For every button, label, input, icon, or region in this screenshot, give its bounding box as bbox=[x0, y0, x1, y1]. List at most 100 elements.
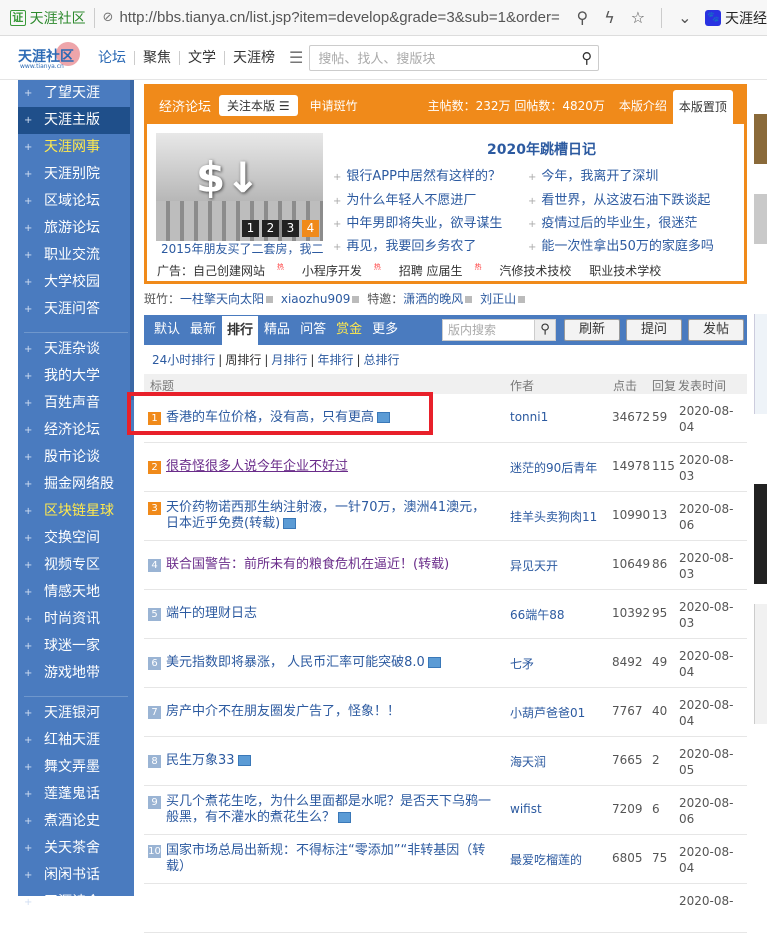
expand-plus-icon[interactable]: + bbox=[24, 754, 32, 781]
expand-plus-icon[interactable]: + bbox=[24, 889, 32, 916]
sidebar-item[interactable]: + 莲蓬鬼话 bbox=[18, 781, 134, 808]
sidebar-item[interactable]: + 经济论坛 bbox=[18, 417, 134, 444]
sidebar-item[interactable]: + 天涯问答 bbox=[18, 296, 134, 323]
sidebar-item[interactable]: + 我的大学 bbox=[18, 363, 134, 390]
banner-link[interactable]: 能一次性拿出50万的家庭多吗 bbox=[528, 235, 714, 254]
ad-link[interactable]: 小程序开发 bbox=[302, 264, 362, 278]
carousel-page-2[interactable]: 2 bbox=[262, 220, 279, 237]
sidebar-item[interactable]: + 区域论坛 bbox=[18, 188, 134, 215]
post-title-link[interactable]: 国家市场总局出新规：不得标注“零添加”“非转基因（转载） bbox=[166, 843, 496, 875]
expand-plus-icon[interactable]: + bbox=[24, 862, 32, 889]
carousel-page-3[interactable]: 3 bbox=[282, 220, 299, 237]
expand-plus-icon[interactable]: + bbox=[24, 633, 32, 660]
tab-more[interactable]: 更多 bbox=[367, 315, 403, 345]
sidebar-scrollbar[interactable] bbox=[130, 80, 134, 400]
address-bar[interactable]: http://bbs.tianya.cn/list.jsp?item=devel… bbox=[119, 9, 568, 26]
featured-title[interactable]: 2020年跳槽日记 bbox=[487, 139, 596, 159]
sidebar-item[interactable]: + 红袖天涯 bbox=[18, 727, 134, 754]
sidebar-item[interactable]: + 股市论谈 bbox=[18, 444, 134, 471]
sidebar-item[interactable]: + 区块链星球 bbox=[18, 498, 134, 525]
sidebar-item[interactable]: + 天涯银河 bbox=[18, 700, 134, 727]
sidebar-item[interactable]: + 大学校园 bbox=[18, 269, 134, 296]
author-link[interactable]: 小葫芦爸爸01 bbox=[510, 704, 585, 721]
banner-link[interactable]: 今年，我离开了深圳 bbox=[528, 165, 658, 184]
rank-week[interactable]: 周排行 bbox=[225, 353, 261, 367]
expand-plus-icon[interactable]: + bbox=[24, 525, 32, 552]
nav-focus[interactable]: 聚焦 bbox=[135, 50, 180, 65]
expand-plus-icon[interactable]: + bbox=[24, 161, 32, 188]
sidebar-item[interactable]: + 天涯网事 bbox=[18, 134, 134, 161]
sidebar-item[interactable]: + 天涯主版 bbox=[18, 107, 134, 134]
tab-default[interactable]: 默认 bbox=[149, 315, 185, 345]
expand-plus-icon[interactable]: + bbox=[24, 336, 32, 363]
invited-name[interactable]: 潇洒的晚风 bbox=[403, 292, 463, 306]
ask-button[interactable]: 提问 bbox=[626, 319, 682, 341]
expand-plus-icon[interactable]: + bbox=[24, 835, 32, 862]
author-link[interactable]: wifist bbox=[510, 802, 542, 816]
moderator-name[interactable]: xiaozhu909 bbox=[281, 292, 351, 306]
expand-plus-icon[interactable]: + bbox=[24, 80, 32, 107]
expand-plus-icon[interactable]: + bbox=[24, 727, 32, 754]
sidebar-item[interactable]: + 职业交流 bbox=[18, 242, 134, 269]
sidebar-item[interactable]: + 天涯别院 bbox=[18, 161, 134, 188]
expand-plus-icon[interactable]: + bbox=[24, 269, 32, 296]
author-link[interactable]: 迷茫的90后青年 bbox=[510, 459, 597, 476]
post-title-link[interactable]: 端午的理财日志 bbox=[166, 606, 496, 622]
sidebar-item[interactable]: + 天涯杂谈 bbox=[18, 336, 134, 363]
right-thumbnail[interactable] bbox=[754, 114, 767, 164]
forum-name[interactable]: 经济论坛 bbox=[159, 96, 211, 115]
banner-link[interactable]: 看世界，从这波石油下跌谈起 bbox=[528, 189, 710, 208]
refresh-button[interactable]: 刷新 bbox=[564, 319, 620, 341]
expand-plus-icon[interactable]: + bbox=[24, 552, 32, 579]
rank-all[interactable]: 总排行 bbox=[364, 353, 400, 367]
nav-forum[interactable]: 论坛 bbox=[90, 50, 135, 65]
sidebar-item[interactable]: + 天涯诗会 bbox=[18, 889, 134, 916]
nav-literature[interactable]: 文学 bbox=[180, 50, 225, 65]
sidebar-item[interactable]: + 百姓声音 bbox=[18, 390, 134, 417]
post-title-link[interactable]: 房产中介不在朋友圈发广告了，怪象！！ bbox=[166, 704, 496, 720]
invited-name[interactable]: 刘正山 bbox=[480, 292, 516, 306]
post-title-link[interactable]: 民生万象33 bbox=[166, 753, 496, 769]
post-title-link[interactable]: 天价药物诺西那生纳注射液，一针70万，澳洲41澳元，日本近乎免费(转载) bbox=[166, 500, 496, 532]
browser-tab-title[interactable]: 天涯社区 bbox=[30, 8, 86, 28]
expand-plus-icon[interactable]: + bbox=[24, 390, 32, 417]
rank-year[interactable]: 年排行 bbox=[317, 353, 353, 367]
author-link[interactable]: 挂羊头卖狗肉11 bbox=[510, 508, 597, 525]
expand-plus-icon[interactable]: + bbox=[24, 471, 32, 498]
expand-plus-icon[interactable]: + bbox=[24, 215, 32, 242]
rank-24h[interactable]: 24小时排行 bbox=[152, 353, 215, 367]
sidebar-item[interactable]: + 关天茶舍 bbox=[18, 835, 134, 862]
carousel-page-1[interactable]: 1 bbox=[242, 220, 259, 237]
author-link[interactable]: 66端午88 bbox=[510, 606, 565, 623]
sidebar-item[interactable]: + 闲闲书话 bbox=[18, 862, 134, 889]
banner-link[interactable]: 中年男即将失业，欲寻谋生 bbox=[333, 212, 502, 231]
banner-link[interactable]: 再见，我要回乡务农了 bbox=[333, 235, 476, 254]
expand-plus-icon[interactable]: + bbox=[24, 134, 32, 161]
sidebar-item[interactable]: + 了望天涯 bbox=[18, 80, 134, 107]
zoom-search-icon[interactable]: ⚲ bbox=[576, 8, 588, 27]
banner-link[interactable]: 为什么年轻人不愿进厂 bbox=[333, 189, 476, 208]
forum-intro-link[interactable]: 本版介绍 bbox=[619, 97, 667, 114]
tab-latest[interactable]: 最新 bbox=[185, 315, 221, 345]
ad-link[interactable]: 职业技术学校 bbox=[589, 264, 661, 278]
moderator-name[interactable]: 一柱擎天向太阳 bbox=[180, 292, 264, 306]
post-button[interactable]: 发帖 bbox=[688, 319, 744, 341]
second-tab-title[interactable]: 天涯经 bbox=[725, 8, 767, 28]
tab-qa[interactable]: 问答 bbox=[295, 315, 331, 345]
sidebar-item[interactable]: + 时尚资讯 bbox=[18, 606, 134, 633]
nav-ranking[interactable]: 天涯榜 bbox=[225, 51, 283, 65]
chevron-down-icon[interactable]: ⌄ bbox=[678, 8, 691, 27]
ad-link[interactable]: 招聘 应届生 bbox=[399, 264, 463, 278]
expand-plus-icon[interactable]: + bbox=[24, 660, 32, 687]
sidebar-item[interactable]: + 球迷一家 bbox=[18, 633, 134, 660]
ad-link[interactable]: 广告：自己创建网站 bbox=[157, 264, 265, 278]
tab-ranking[interactable]: 排行 bbox=[221, 315, 260, 345]
insecure-site-icon[interactable]: ⊘ bbox=[103, 10, 114, 25]
carousel-page-4[interactable]: 4 bbox=[302, 220, 319, 237]
post-title-link[interactable]: 联合国警告：前所未有的粮食危机在逼近！(转载) bbox=[166, 557, 496, 573]
sidebar-item[interactable]: + 舞文弄墨 bbox=[18, 754, 134, 781]
author-link[interactable]: 最爱吃榴莲的 bbox=[510, 851, 582, 868]
forum-search-input[interactable]: 版内搜索 bbox=[442, 319, 542, 341]
post-title-link[interactable]: 美元指数即将暴涨， 人民币汇率可能突破8.0 bbox=[166, 655, 496, 671]
menu-icon[interactable]: ☰ bbox=[289, 48, 303, 67]
